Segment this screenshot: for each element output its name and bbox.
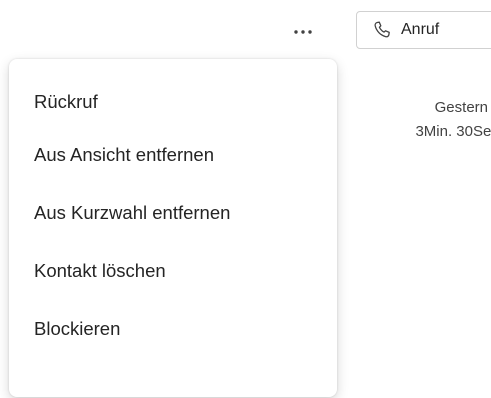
more-horizontal-icon [294, 30, 312, 34]
menu-item-callback[interactable]: Rückruf [9, 71, 337, 129]
call-duration: 3Min. 30Sek. [415, 123, 491, 140]
call-button-label: Anruf [401, 21, 440, 38]
context-menu: Rückruf Aus Ansicht entfernen Aus Kurzwa… [9, 59, 337, 397]
menu-item-remove-from-view[interactable]: Aus Ansicht entfernen [9, 123, 337, 187]
phone-icon [372, 20, 392, 40]
menu-item-remove-from-speed-dial[interactable]: Aus Kurzwahl entfernen [9, 181, 337, 245]
menu-item-block[interactable]: Blockieren [9, 297, 337, 361]
more-options-button[interactable] [283, 16, 323, 48]
menu-item-delete-contact[interactable]: Kontakt löschen [9, 239, 337, 303]
call-button[interactable]: Anruf [356, 11, 491, 49]
call-date: Gestern [434, 99, 488, 116]
